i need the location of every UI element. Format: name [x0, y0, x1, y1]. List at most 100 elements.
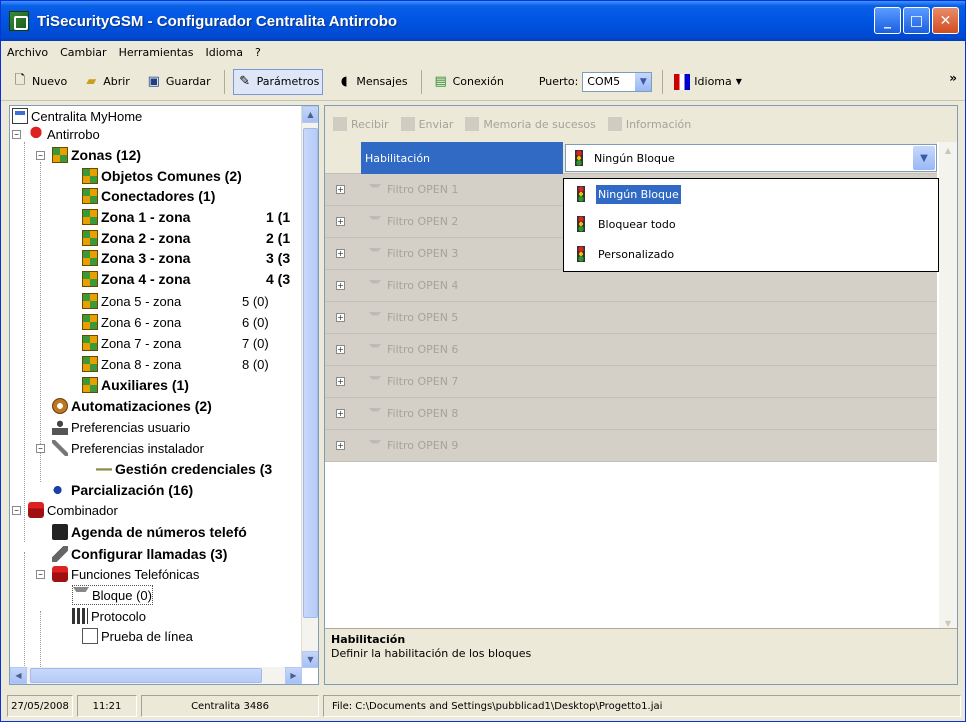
tree-node-zonas[interactable]: Zonas (12): [52, 145, 141, 165]
abrir-button[interactable]: ▰ Abrir: [80, 69, 133, 95]
zone-icon: [52, 147, 68, 163]
tree-node-zona-5[interactable]: Zona 5 - zona 5 (0): [82, 291, 269, 311]
chevron-down-icon[interactable]: ▼: [635, 72, 652, 91]
tree-node-auxiliares[interactable]: Auxiliares (1): [82, 375, 189, 395]
puerto-select[interactable]: COM5 ▼: [582, 71, 653, 92]
menu-archivo[interactable]: Archivo: [7, 46, 48, 59]
grid-vertical-scrollbar[interactable]: ▲ ▼: [939, 142, 957, 632]
zone-icon: [82, 168, 98, 184]
tree-node-funciones[interactable]: Funciones Telefónicas: [52, 564, 199, 584]
expand-icon[interactable]: +: [336, 249, 345, 258]
collapse-icon[interactable]: −: [36, 444, 45, 453]
menu-help[interactable]: ?: [255, 46, 261, 59]
filter-row[interactable]: + Filtro OPEN 4: [325, 270, 937, 302]
abrir-label: Abrir: [103, 75, 130, 88]
collapse-icon[interactable]: −: [12, 130, 21, 139]
nuevo-button[interactable]: 🗋 Nuevo: [9, 69, 70, 95]
tree-node-zona-3[interactable]: Zona 3 - zona 3 (3: [82, 248, 290, 268]
filter-icon: [369, 247, 381, 260]
computer-icon: [12, 108, 28, 124]
zone-icon: [82, 377, 98, 393]
collapse-icon[interactable]: −: [36, 570, 45, 579]
tree-node-configurar[interactable]: Configurar llamadas (3): [52, 544, 227, 564]
filter-row[interactable]: + Filtro OPEN 7: [325, 366, 937, 398]
expand-icon[interactable]: +: [336, 185, 345, 194]
filter-row[interactable]: + Filtro OPEN 9: [325, 430, 937, 462]
filter-row[interactable]: + Filtro OPEN 5: [325, 302, 937, 334]
expand-icon[interactable]: +: [336, 345, 345, 354]
property-label[interactable]: Habilitación: [361, 142, 563, 174]
option-bloquear-todo[interactable]: Bloquear todo: [566, 211, 936, 237]
parametros-button[interactable]: ✎ Parámetros: [232, 68, 324, 95]
scroll-thumb[interactable]: [303, 128, 318, 618]
tree-node-zona-7[interactable]: Zona 7 - zona 7 (0): [82, 333, 269, 353]
menu-idioma[interactable]: Idioma: [206, 46, 243, 59]
filter-label: Filtro OPEN 7: [369, 375, 458, 388]
scroll-thumb[interactable]: [30, 668, 262, 683]
minimize-button[interactable]: _: [874, 7, 901, 34]
tree-node-zona-6[interactable]: Zona 6 - zona 6 (0): [82, 312, 269, 332]
mensajes-button[interactable]: ◖ Mensajes: [333, 69, 410, 95]
description-title: Habilitación: [331, 633, 406, 646]
tree-label: Conectadores (1): [101, 188, 216, 204]
expand-icon[interactable]: +: [336, 409, 345, 418]
tree-node-objetos[interactable]: Objetos Comunes (2): [82, 166, 242, 186]
tree-node-automatizaciones[interactable]: Automatizaciones (2): [52, 396, 212, 416]
collapse-icon[interactable]: −: [36, 151, 45, 160]
maximize-button[interactable]: □: [903, 7, 930, 34]
informacion-button[interactable]: Información: [607, 117, 691, 131]
recibir-button[interactable]: Recibir: [333, 117, 389, 131]
idioma-button[interactable]: Idioma ▼: [671, 69, 745, 95]
scroll-right-icon[interactable]: ▶: [285, 667, 302, 684]
toolbar-overflow-button[interactable]: »: [949, 71, 957, 85]
tree-node-combinador[interactable]: Combinador: [28, 500, 118, 520]
expand-icon[interactable]: +: [336, 377, 345, 386]
tree-node-centralita[interactable]: Centralita MyHome: [12, 106, 142, 126]
tree-node-agenda[interactable]: Agenda de números telefó: [52, 522, 247, 542]
tree-node-gestion[interactable]: Gestión credenciales (3: [96, 459, 272, 479]
option-ningun-bloque[interactable]: Ningún Bloque: [566, 181, 936, 207]
expand-icon[interactable]: +: [336, 441, 345, 450]
tree-node-antirrobo[interactable]: Antirrobo: [28, 124, 100, 144]
menu-cambiar[interactable]: Cambiar: [60, 46, 106, 59]
tree-horizontal-scrollbar[interactable]: ◀ ▶: [10, 667, 302, 684]
speaker-icon: ◖: [340, 74, 348, 89]
filter-row[interactable]: + Filtro OPEN 8: [325, 398, 937, 430]
tree-node-protocolo[interactable]: Protocolo: [72, 606, 146, 626]
user-icon: [52, 419, 68, 435]
tree-node-bloque[interactable]: Bloque (0): [72, 585, 153, 605]
tree-node-zona-8[interactable]: Zona 8 - zona 8 (0): [82, 354, 269, 374]
tree-node-pref-instalador[interactable]: Preferencias instalador: [52, 438, 204, 458]
close-button[interactable]: ✕: [932, 7, 959, 34]
scroll-up-icon[interactable]: ▲: [302, 106, 318, 123]
scroll-down-icon[interactable]: ▼: [302, 651, 318, 668]
expand-icon[interactable]: +: [336, 281, 345, 290]
chevron-down-icon[interactable]: ▼: [913, 146, 935, 170]
window-controls: _ □ ✕: [874, 7, 959, 34]
receive-icon: [333, 117, 347, 131]
tree-node-zona-2[interactable]: Zona 2 - zona 2 (1: [82, 228, 290, 248]
habilitacion-select[interactable]: Ningún Bloque ▼: [565, 144, 937, 172]
tree-node-zona-4[interactable]: Zona 4 - zona 4 (3: [82, 269, 290, 289]
title-bar[interactable]: TiSecurityGSM - Configurador Centralita …: [1, 1, 965, 41]
scroll-left-icon[interactable]: ◀: [10, 667, 27, 684]
enviar-button[interactable]: Enviar: [400, 117, 453, 131]
tree-node-conectadores[interactable]: Conectadores (1): [82, 186, 215, 206]
guardar-button[interactable]: ▣ Guardar: [143, 69, 214, 95]
option-personalizado[interactable]: Personalizado: [566, 241, 936, 267]
menu-herramientas[interactable]: Herramientas: [119, 46, 194, 59]
flag-icon: [674, 73, 691, 90]
tree-node-pref-usuario[interactable]: Preferencias usuario: [52, 417, 190, 437]
memoria-button[interactable]: Memoria de sucesos: [465, 117, 596, 131]
expand-icon[interactable]: +: [336, 313, 345, 322]
chevron-down-icon: ▼: [735, 77, 742, 86]
expand-icon[interactable]: +: [336, 217, 345, 226]
tree-node-parcializacion[interactable]: Parcialización (16): [52, 480, 193, 500]
filter-row[interactable]: + Filtro OPEN 6: [325, 334, 937, 366]
tree-vertical-scrollbar[interactable]: ▲ ▼: [301, 106, 318, 668]
conexion-button[interactable]: ▤ Conexión: [430, 69, 507, 95]
scroll-up-icon[interactable]: ▲: [939, 142, 957, 159]
tree-node-zona-1[interactable]: Zona 1 - zona 1 (1: [82, 207, 290, 227]
collapse-icon[interactable]: −: [12, 506, 21, 515]
tree-node-prueba[interactable]: Prueba de línea: [82, 627, 193, 645]
